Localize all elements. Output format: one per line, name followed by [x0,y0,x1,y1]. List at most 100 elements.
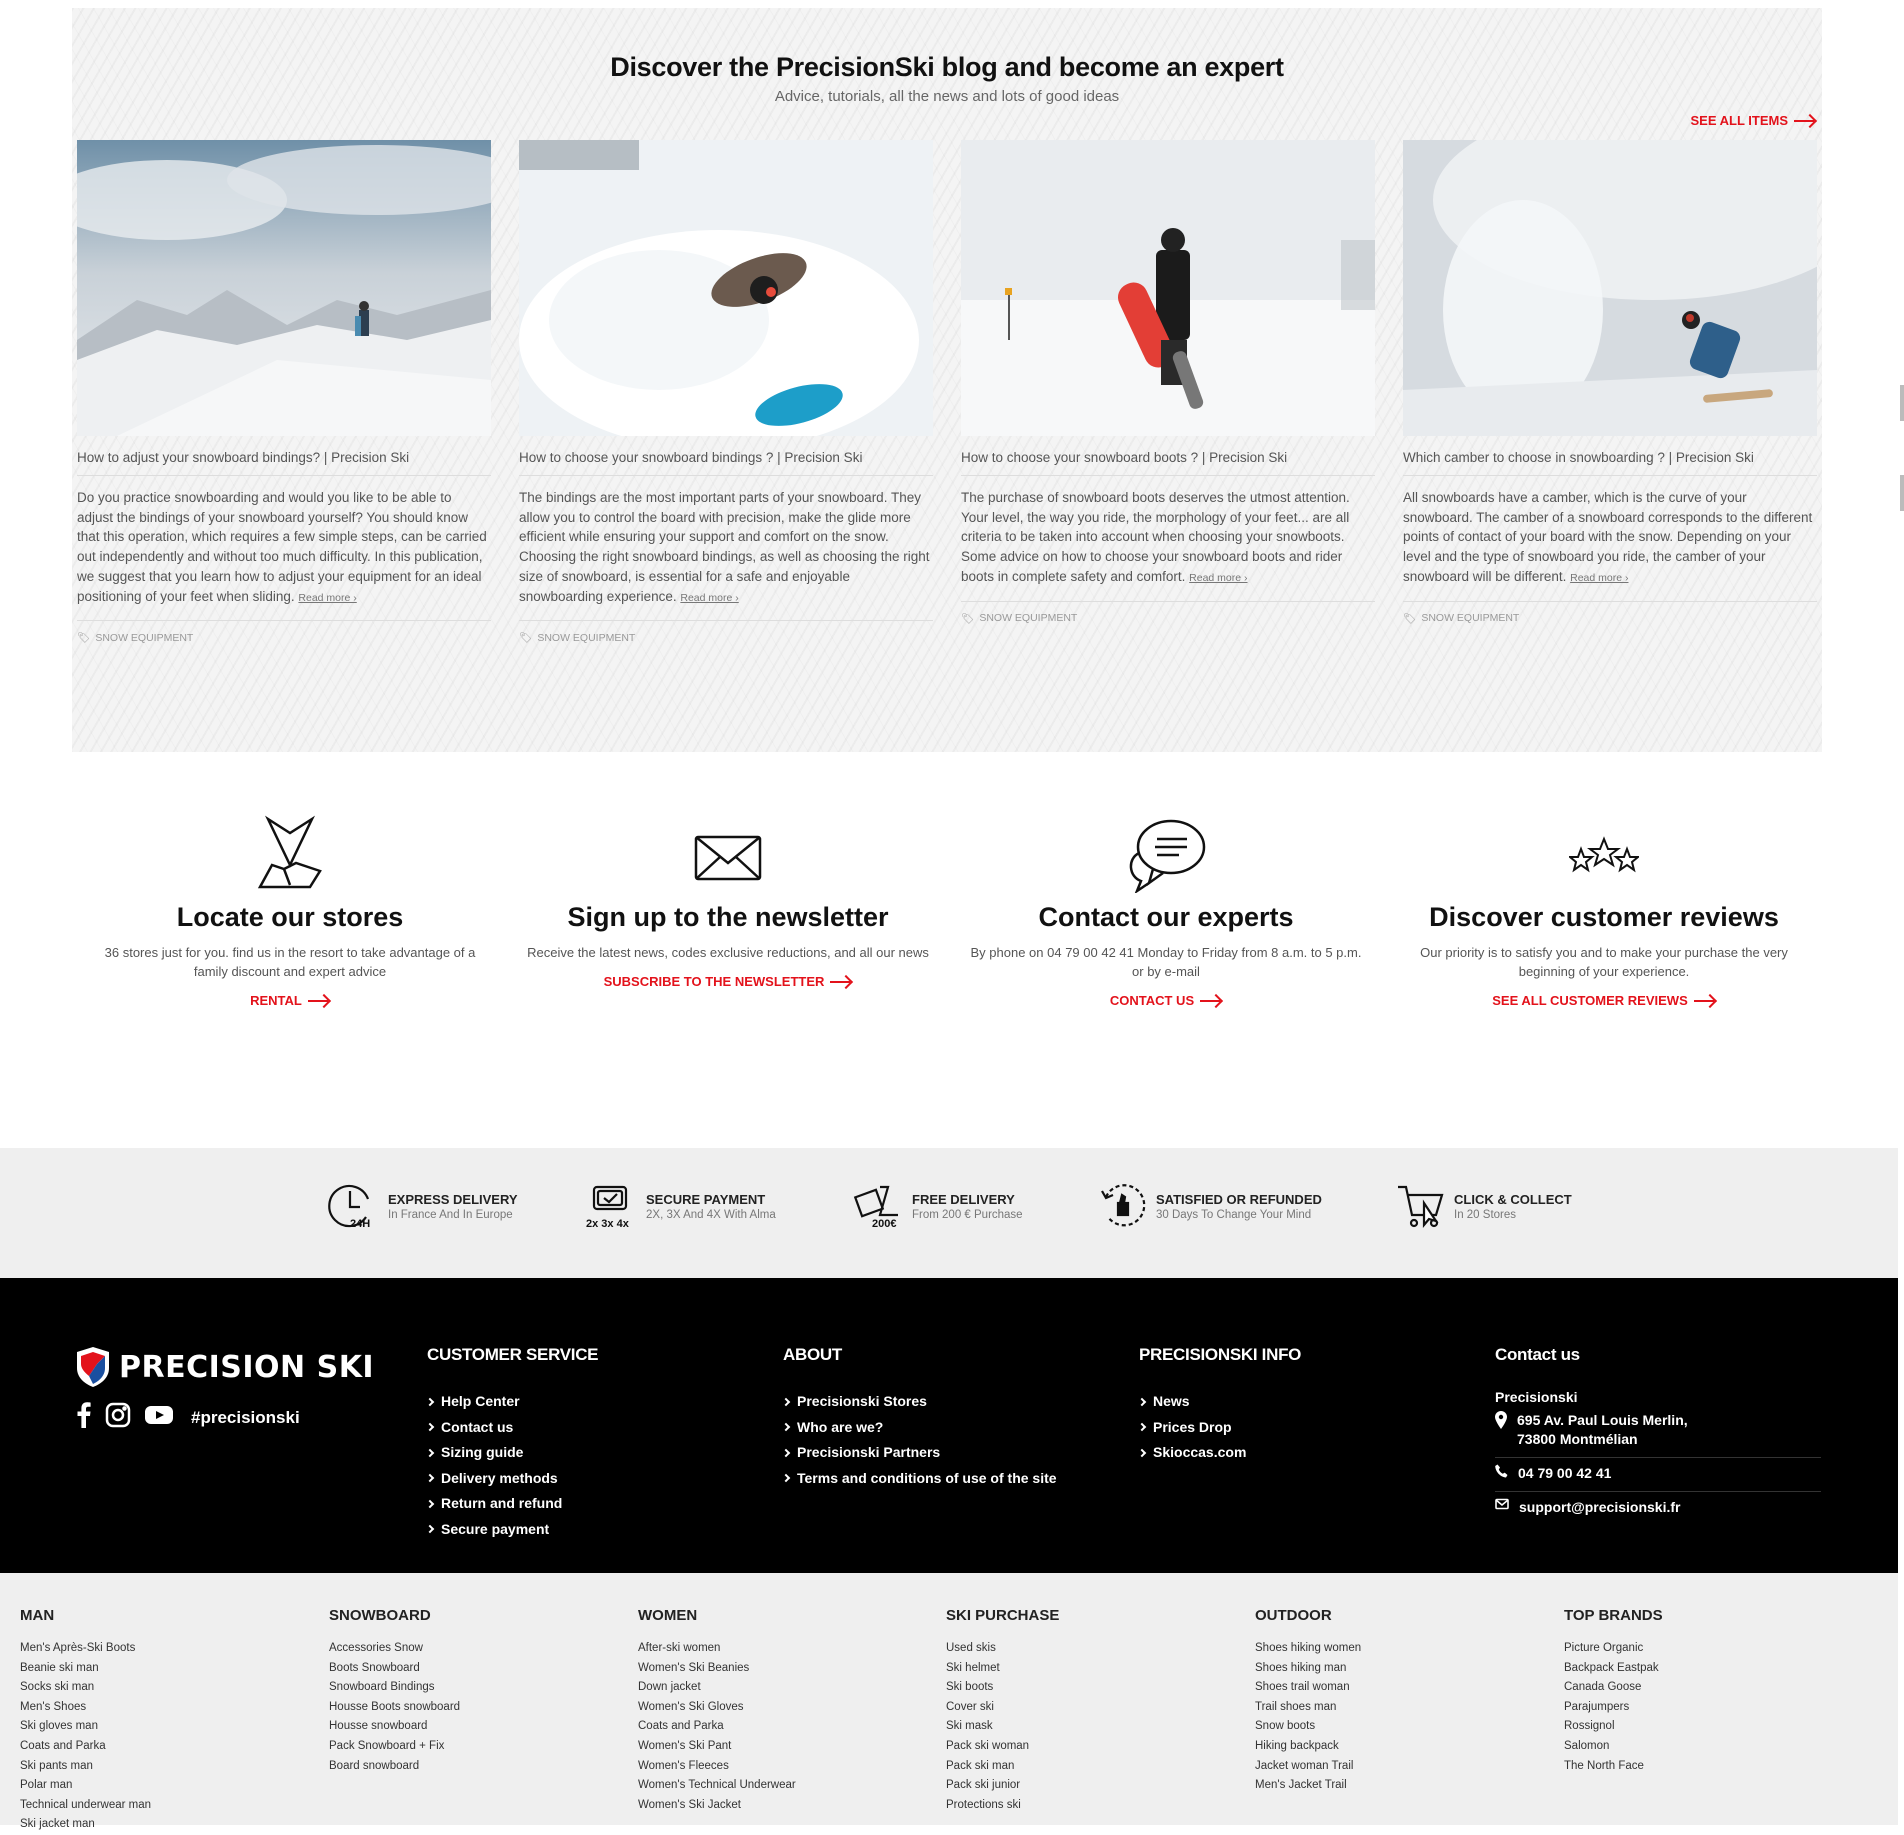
sitemap-link[interactable]: Pack ski man [946,1757,1059,1777]
sitemap-link[interactable]: Picture Organic [1564,1639,1663,1659]
subscribe-newsletter-link[interactable]: SUBSCRIBE TO THE NEWSLETTER [604,974,853,989]
scrollbar-thumb[interactable] [1900,475,1904,511]
footer-link-terms[interactable]: Terms and conditions of use of the site [781,1466,1057,1492]
sitemap-link[interactable]: Women's Fleeces [638,1757,796,1777]
blog-card-category[interactable]: 🏷 SNOW EQUIPMENT [1403,600,1817,625]
blog-image-boots-snowboarder[interactable] [961,140,1375,436]
sitemap-link[interactable]: Salomon [1564,1737,1663,1757]
sitemap-link[interactable]: Women's Ski Pant [638,1737,796,1757]
blog-image-mountain-snowboarder[interactable] [77,140,491,436]
sitemap-link[interactable]: Snow boots [1255,1717,1361,1737]
sitemap-link[interactable]: Protections ski [946,1796,1059,1816]
sitemap-link[interactable]: Ski boots [946,1678,1059,1698]
footer-link-return-refund[interactable]: Return and refund [425,1491,598,1517]
sitemap-link[interactable]: Beanie ski man [20,1659,151,1679]
instagram-icon[interactable] [105,1402,131,1433]
footer-link-contact-us[interactable]: Contact us [425,1415,598,1441]
sitemap-link[interactable]: Used skis [946,1639,1059,1659]
rental-link[interactable]: RENTAL [250,993,330,1008]
sitemap-link[interactable]: Housse Boots snowboard [329,1698,460,1718]
footer-link-sizing-guide[interactable]: Sizing guide [425,1440,598,1466]
sitemap-title[interactable]: WOMEN [638,1607,796,1624]
footer-link-news[interactable]: News [1137,1389,1301,1415]
sitemap-link[interactable]: Shoes hiking man [1255,1659,1361,1679]
sitemap-link[interactable]: Ski helmet [946,1659,1059,1679]
sitemap-link[interactable]: Boots Snowboard [329,1659,460,1679]
sitemap-link[interactable]: After-ski women [638,1639,796,1659]
sitemap-link[interactable]: Pack ski junior [946,1776,1059,1796]
sitemap-link[interactable]: Rossignol [1564,1717,1663,1737]
sitemap-link[interactable]: Men's Après-Ski Boots [20,1639,151,1659]
footer-link-skioccas[interactable]: Skioccas.com [1137,1440,1301,1466]
contact-us-link[interactable]: CONTACT US [1110,993,1222,1008]
blog-card[interactable]: How to choose your snowboard bindings ? … [519,140,933,644]
sitemap-link[interactable]: Ski gloves man [20,1717,151,1737]
sitemap-link[interactable]: Trail shoes man [1255,1698,1361,1718]
sitemap-link[interactable]: Men's Shoes [20,1698,151,1718]
sitemap-link[interactable]: Women's Technical Underwear [638,1776,796,1796]
youtube-icon[interactable] [145,1404,173,1431]
sitemap-link[interactable]: Backpack Eastpak [1564,1659,1663,1679]
blog-card[interactable]: Which camber to choose in snowboarding ?… [1403,140,1817,625]
footer-link-delivery-methods[interactable]: Delivery methods [425,1466,598,1492]
footer-link-partners[interactable]: Precisionski Partners [781,1440,1057,1466]
facebook-icon[interactable] [75,1402,91,1433]
sitemap-link[interactable]: Ski pants man [20,1757,151,1777]
sitemap-link[interactable]: Shoes hiking women [1255,1639,1361,1659]
sitemap-title[interactable]: SKI PURCHASE [946,1607,1059,1624]
see-all-reviews-link[interactable]: SEE ALL CUSTOMER REVIEWS [1492,993,1716,1008]
precision-ski-logo[interactable]: PRECISION SKI [75,1346,374,1388]
sitemap-title[interactable]: OUTDOOR [1255,1607,1361,1624]
see-all-items-link[interactable]: SEE ALL ITEMS [1690,113,1816,128]
sitemap-link[interactable]: Polar man [20,1776,151,1796]
sitemap-link[interactable]: Coats and Parka [638,1717,796,1737]
read-more-link[interactable]: Read more › [680,592,738,604]
blog-image-powder-snowboarder[interactable] [519,140,933,436]
sitemap-title[interactable]: TOP BRANDS [1564,1607,1663,1624]
sitemap-link[interactable]: Women's Ski Jacket [638,1796,796,1816]
read-more-link[interactable]: Read more › [1570,572,1628,584]
blog-card-category[interactable]: 🏷 SNOW EQUIPMENT [519,620,933,644]
blog-card[interactable]: How to adjust your snowboard bindings? |… [77,140,491,644]
sitemap-link[interactable]: Pack Snowboard + Fix [329,1737,460,1757]
sitemap-link[interactable]: Board snowboard [329,1757,460,1777]
sitemap-link[interactable]: Women's Ski Gloves [638,1698,796,1718]
blog-card-category[interactable]: 🏷 SNOW EQUIPMENT [961,600,1375,625]
blog-card-title[interactable]: How to choose your snowboard bindings ? … [519,450,933,476]
footer-link-who-are-we[interactable]: Who are we? [781,1415,1057,1441]
read-more-link[interactable]: Read more › [298,592,356,604]
sitemap-link[interactable]: Parajumpers [1564,1698,1663,1718]
sitemap-link[interactable]: Pack ski woman [946,1737,1059,1757]
sitemap-link[interactable]: Men's Jacket Trail [1255,1776,1361,1796]
scrollbar-thumb[interactable] [1900,385,1904,421]
sitemap-link[interactable]: Ski mask [946,1717,1059,1737]
contact-phone[interactable]: 04 79 00 42 41 [1495,1458,1821,1492]
sitemap-title[interactable]: MAN [20,1607,151,1624]
sitemap-link[interactable]: Cover ski [946,1698,1059,1718]
sitemap-link[interactable]: Women's Ski Beanies [638,1659,796,1679]
blog-card-title[interactable]: How to choose your snowboard boots ? | P… [961,450,1375,476]
hashtag[interactable]: #precisionski [191,1408,300,1428]
blog-card-category[interactable]: 🏷 SNOW EQUIPMENT [77,620,491,644]
sitemap-link[interactable]: Canada Goose [1564,1678,1663,1698]
blog-card-title[interactable]: How to adjust your snowboard bindings? |… [77,450,491,476]
footer-link-prices-drop[interactable]: Prices Drop [1137,1415,1301,1441]
blog-image-camber-snowboarder[interactable] [1403,140,1817,436]
sitemap-link[interactable]: Down jacket [638,1678,796,1698]
read-more-link[interactable]: Read more › [1189,572,1247,584]
sitemap-link[interactable]: Shoes trail woman [1255,1678,1361,1698]
sitemap-link[interactable]: Coats and Parka [20,1737,151,1757]
footer-link-stores[interactable]: Precisionski Stores [781,1389,1057,1415]
sitemap-link[interactable]: Jacket woman Trail [1255,1757,1361,1777]
sitemap-link[interactable]: Ski jacket man [20,1815,151,1835]
footer-link-secure-payment[interactable]: Secure payment [425,1517,598,1543]
contact-email[interactable]: support@precisionski.fr [1495,1492,1821,1525]
footer-link-help-center[interactable]: Help Center [425,1389,598,1415]
sitemap-link[interactable]: Technical underwear man [20,1796,151,1816]
sitemap-link[interactable]: Housse snowboard [329,1717,460,1737]
sitemap-title[interactable]: SNOWBOARD [329,1607,460,1624]
blog-card-title[interactable]: Which camber to choose in snowboarding ?… [1403,450,1817,476]
sitemap-link[interactable]: Hiking backpack [1255,1737,1361,1757]
blog-card[interactable]: How to choose your snowboard boots ? | P… [961,140,1375,625]
page-scrollbar[interactable] [1898,0,1904,1825]
